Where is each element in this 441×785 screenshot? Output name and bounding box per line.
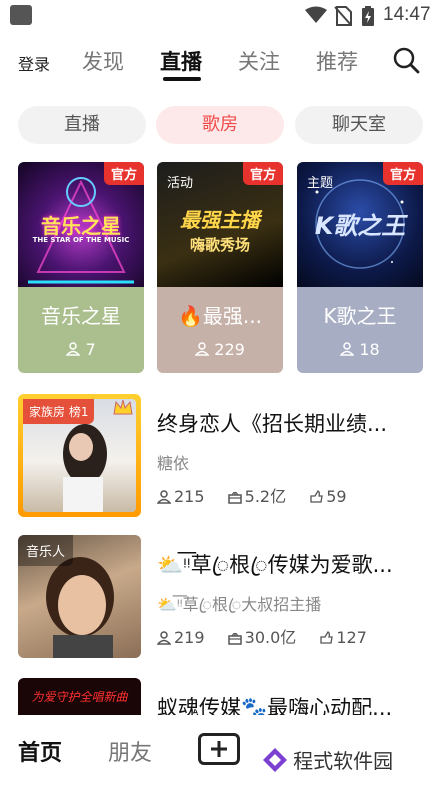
nav-home[interactable]: 首页: [18, 735, 62, 767]
like-count: 127: [336, 628, 367, 647]
top-nav: 登录 发现 直播 关注 推荐: [0, 40, 441, 84]
official-badge: 官方: [103, 162, 144, 185]
user-icon: [194, 342, 210, 356]
add-button[interactable]: [198, 733, 240, 765]
gift-count: 5.2亿: [244, 487, 287, 506]
category-chips: 直播 歌房 聊天室: [0, 106, 441, 144]
cover-title: 最强主播: [180, 208, 260, 232]
search-icon[interactable]: [392, 46, 420, 74]
chip-karaoke-room[interactable]: 歌房: [156, 106, 284, 144]
card-title: K歌之王: [323, 304, 397, 328]
listener-count-value: 18: [359, 340, 380, 359]
no-sim-icon: [334, 6, 352, 26]
plus-icon: [211, 741, 227, 757]
watermark: 程式软件园: [262, 745, 393, 774]
cover-title: K歌之王: [314, 212, 406, 240]
tab-discover[interactable]: 发现: [82, 46, 124, 76]
user-count: 215: [174, 487, 205, 506]
room-host: 糖依: [157, 454, 190, 473]
cover-subtitle: 嗨歌秀场: [189, 236, 250, 254]
list-item[interactable]: 家族房 榜1 终身恋人《招长期业绩... 糖依 215 5.2亿 59: [0, 394, 441, 518]
active-tab-indicator: [163, 77, 201, 81]
tab-live[interactable]: 直播: [160, 46, 202, 76]
musician-tag: 音乐人: [18, 535, 74, 566]
gift-count: 30.0亿: [244, 628, 297, 647]
gift-icon: [227, 630, 242, 649]
login-button[interactable]: 登录: [18, 51, 50, 75]
card-footer: 音乐之星 7: [18, 287, 144, 373]
room-title: 终身恋人《招长期业绩...: [157, 412, 388, 436]
card-cover: 音乐之星 THE STAR OF THE MUSIC 官方: [18, 162, 144, 287]
card-footer: 🔥最强... 229: [157, 287, 283, 373]
room-card[interactable]: 活动 最强主播 嗨歌秀场 官方 🔥最强... 229: [157, 162, 283, 373]
card-cover: 主题 K歌之王 官方: [297, 162, 423, 287]
list-item[interactable]: 音乐人 ⛅️ᵎ͞ᵎ草ꦿ根ꦿ传媒为爱歌... ⛅️ᵎ͞ᵎ草ꦿ根ꦿ大叔招主播 219…: [0, 535, 441, 659]
bottom-nav: 首页 朋友 程式软件园: [0, 715, 441, 785]
official-badge: 官方: [242, 162, 283, 185]
thumbnail-caption: 为爱守护全唱新曲: [31, 690, 128, 704]
room-title: ⛅️ᵎ͞ᵎ草ꦿ根ꦿ传媒为爱歌...: [157, 553, 393, 577]
card-cover: 活动 最强主播 嗨歌秀场 官方: [157, 162, 283, 287]
battery-icon: [362, 6, 374, 26]
app-icon: [10, 5, 32, 25]
tab-following[interactable]: 关注: [238, 46, 280, 76]
theme-tag: 主题: [307, 176, 334, 191]
tab-recommend[interactable]: 推荐: [316, 46, 358, 76]
cover-subtitle: THE STAR OF THE MUSIC: [32, 236, 130, 244]
card-listener-count: 7: [18, 340, 144, 359]
room-title: 蚁魂传媒🐾最嗨心动配...: [157, 696, 393, 715]
room-stats: 215 5.2亿 59: [156, 483, 365, 508]
user-count: 219: [174, 628, 205, 647]
card-footer: K歌之王 18: [297, 287, 423, 373]
nav-friends[interactable]: 朋友: [108, 735, 152, 767]
chip-chat-room[interactable]: 聊天室: [295, 106, 423, 144]
official-badge: 官方: [382, 162, 423, 185]
listener-count-value: 229: [214, 340, 245, 359]
card-listener-count: 18: [297, 340, 423, 359]
watermark-text: 程式软件园: [293, 749, 394, 773]
card-title-text: 最强...: [202, 304, 262, 328]
user-icon: [339, 342, 355, 356]
clock: 14:47: [383, 4, 431, 25]
status-bar: 14:47: [0, 0, 441, 30]
activity-tag: 活动: [167, 176, 194, 191]
card-title: 音乐之星: [41, 304, 121, 328]
room-card[interactable]: 音乐之星 THE STAR OF THE MUSIC 官方 音乐之星 7: [18, 162, 144, 373]
room-card[interactable]: 主题 K歌之王 官方 K歌之王 18: [297, 162, 423, 373]
like-icon: [319, 630, 334, 649]
fire-icon: 🔥: [178, 304, 203, 328]
user-icon: [65, 342, 81, 356]
card-title: 🔥最强...: [157, 300, 283, 329]
like-icon: [309, 489, 323, 508]
room-thumbnail: 家族房 榜1: [18, 394, 141, 517]
wifi-icon: [305, 6, 327, 23]
card-listener-count: 229: [157, 340, 283, 359]
listener-count-value: 7: [85, 340, 96, 359]
user-icon: [156, 489, 172, 508]
room-thumbnail: 音乐人: [18, 535, 141, 658]
gift-icon: [227, 489, 242, 508]
watermark-logo-icon: [263, 748, 287, 772]
user-icon: [156, 630, 172, 649]
like-count: 59: [326, 487, 347, 506]
room-host: ⛅️ᵎ͞ᵎ草ꦿ根ꦿ大叔招主播: [157, 595, 322, 614]
chip-live[interactable]: 直播: [18, 106, 146, 144]
cover-title: 音乐之星: [41, 214, 121, 238]
room-stats: 219 30.0亿 127: [156, 624, 385, 649]
rank-tag: 家族房 榜1: [23, 399, 95, 424]
room-thumbnail: 为爱守护全唱新曲: [18, 678, 141, 715]
crown-icon: [113, 399, 133, 415]
list-item[interactable]: 为爱守护全唱新曲 蚁魂传媒🐾最嗨心动配...: [0, 678, 441, 715]
